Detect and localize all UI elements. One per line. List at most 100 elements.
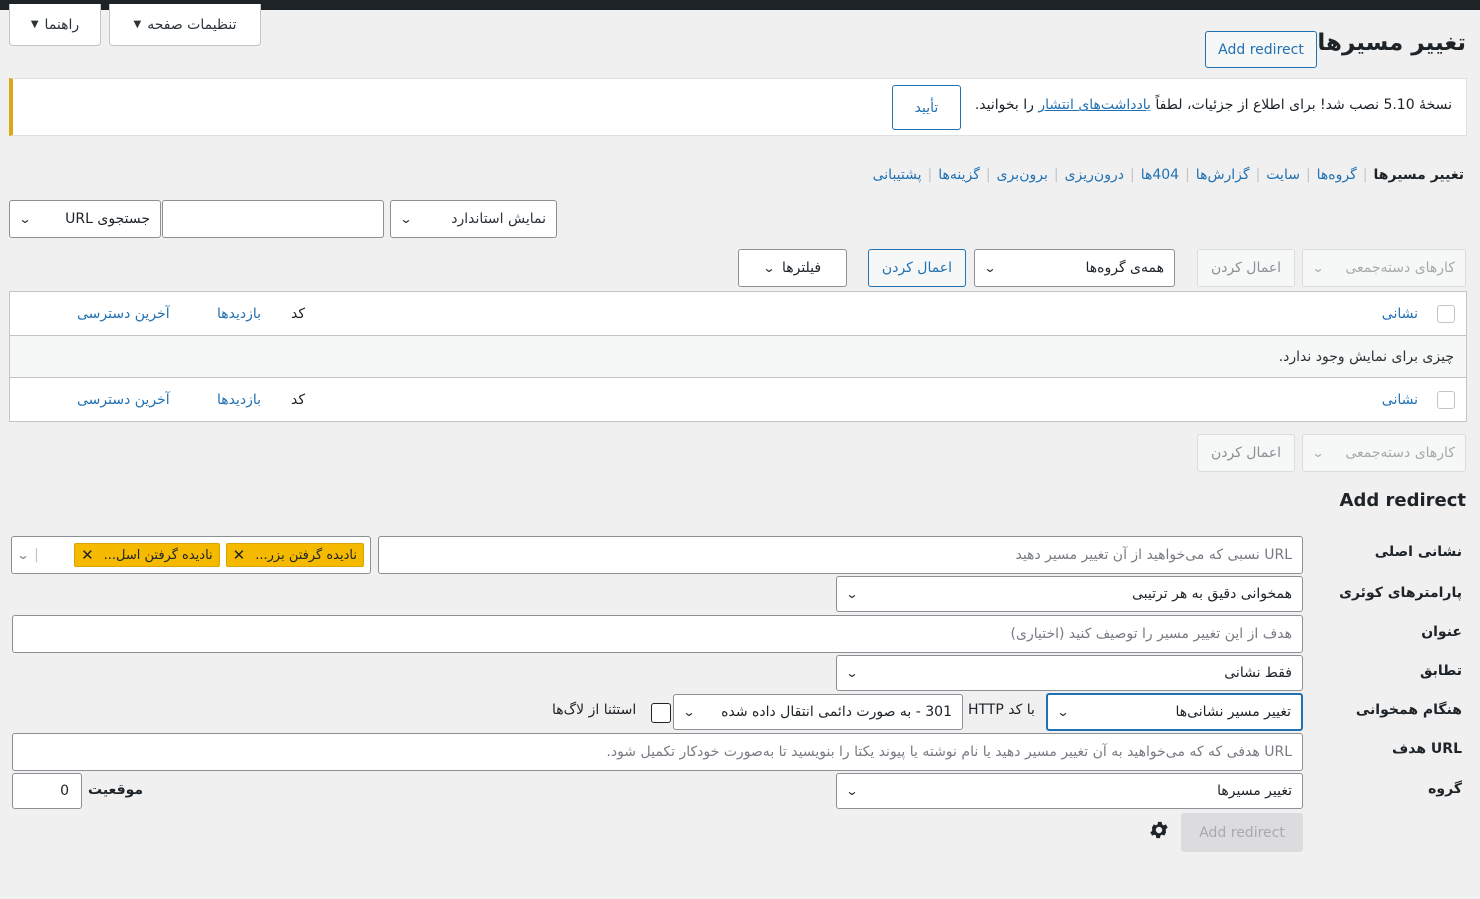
notice-text: نسخهٔ 5.10 نصب شد! برای اطلاع از جزئیات،… [975, 97, 1452, 113]
table-footer-row: نشانی کد بازدیدها آخرین دسترسی [10, 378, 1466, 421]
help-tab-button[interactable]: راهنما ▼ [9, 4, 101, 46]
page-title: تغییر مسیرها [1317, 30, 1466, 56]
action-type-select[interactable]: تغییر مسیر نشانی‌ها ⌄ [1046, 693, 1303, 731]
action-type-value: تغییر مسیر نشانی‌ها [1175, 704, 1291, 720]
screen-options-label: تنظیمات صفحه [147, 16, 237, 33]
http-code-select[interactable]: 301 - به صورت دائمی انتقال داده شده ⌄ [673, 694, 963, 730]
release-notes-link[interactable]: یادداشت‌های انتشار [1038, 97, 1151, 113]
chip-label: نادیده گرفتن اسل... [103, 547, 213, 563]
column-url[interactable]: نشانی [1382, 306, 1418, 322]
add-redirect-submit-button[interactable]: Add redirect [1181, 813, 1303, 852]
notice-text-before: نسخهٔ 5.10 نصب شد! برای اطلاع از جزئیات،… [1155, 97, 1452, 113]
empty-message: چیزی برای نمایش وجود ندارد. [1278, 348, 1454, 365]
target-url-label: URL هدف [1391, 741, 1462, 757]
column-hits-footer[interactable]: بازدیدها [217, 392, 261, 408]
subnav-item-site[interactable]: سایت [1266, 167, 1300, 183]
chip-label: نادیده گرفتن بزر... [255, 547, 357, 563]
subnav-item-support[interactable]: پشتیبانی [873, 167, 922, 183]
subnav-item-options[interactable]: گزینه‌ها [938, 167, 980, 183]
group-label: گروه [1428, 781, 1462, 797]
table-header-row: نشانی کد بازدیدها آخرین دسترسی [10, 292, 1466, 335]
query-params-label: پارامترهای کوئری [1339, 585, 1462, 601]
groups-filter-value: همه‌ی گروه‌ها [1085, 260, 1164, 276]
triangle-down-icon: ▼ [133, 19, 142, 30]
search-input[interactable] [162, 200, 384, 238]
ignore-slash-chip: نادیده گرفتن اسل... ✕ [74, 543, 220, 567]
chevron-down-icon: ⌄ [16, 548, 30, 562]
separator: | [1053, 167, 1059, 183]
http-code-label: با کد HTTP [968, 702, 1035, 718]
subnav-item-export[interactable]: برون‌بری [997, 167, 1048, 183]
display-mode-select[interactable]: نمایش استاندارد ⌄ [390, 200, 557, 238]
bulk-apply-button[interactable]: اعمال کردن [1197, 249, 1295, 287]
subnav-item-import[interactable]: درون‌ریزی [1065, 167, 1124, 183]
query-params-select[interactable]: همخوانی دقیق به هر ترتیبی ⌄ [836, 576, 1303, 612]
close-icon[interactable]: ✕ [81, 546, 94, 564]
subnav-item-404s[interactable]: 404ها [1141, 167, 1179, 183]
confirm-button[interactable]: تأیید [892, 85, 961, 130]
separator: | [1305, 167, 1311, 183]
separator: | [1129, 167, 1135, 183]
source-url-input[interactable]: URL نسبی که می‌خواهید از آن تغییر مسیر د… [378, 536, 1303, 574]
exclude-logs-checkbox[interactable] [651, 703, 671, 723]
title-input[interactable]: هدف از این تغییر مسیر را توصیف کنید (اخت… [12, 615, 1303, 653]
subnav-item-groups[interactable]: گروه‌ها [1317, 167, 1357, 183]
match-label: تطابق [1419, 663, 1462, 679]
column-url-footer[interactable]: نشانی [1382, 392, 1418, 408]
title-label: عنوان [1421, 624, 1462, 640]
position-label: موقعیت [88, 782, 144, 798]
column-hits[interactable]: بازدیدها [217, 306, 261, 322]
filters-button[interactable]: فیلترها ⌄ [738, 249, 847, 287]
chevron-down-icon: ⌄ [983, 261, 997, 275]
column-last-access[interactable]: آخرین دسترسی [77, 306, 170, 322]
group-select[interactable]: تغییر مسیرها ⌄ [836, 773, 1303, 809]
match-select[interactable]: فقط نشانی ⌄ [836, 655, 1303, 691]
help-label: راهنما [44, 16, 80, 33]
group-value: تغییر مسیرها [1217, 783, 1292, 799]
add-redirect-heading: Add redirect [1339, 490, 1466, 511]
bulk-actions-select-bottom[interactable]: کارهای دسته‌جمعی ⌄ [1302, 434, 1466, 472]
subnav-item-logs[interactable]: گزارش‌ها [1196, 167, 1250, 183]
separator: | [985, 167, 991, 183]
update-notice: نسخهٔ 5.10 نصب شد! برای اطلاع از جزئیات،… [9, 78, 1467, 136]
separator: | [1362, 167, 1368, 183]
separator: | [1185, 167, 1190, 183]
subnav: تغییر مسیرها | گروه‌ها | سایت | گزارش‌ها… [873, 167, 1464, 183]
triangle-down-icon: ▼ [30, 19, 39, 30]
close-icon[interactable]: ✕ [233, 546, 246, 564]
chevron-down-icon: ⌄ [1056, 705, 1070, 719]
search-url-label: جستجوی URL [65, 211, 150, 227]
bulk-apply-button-bottom[interactable]: اعمال کردن [1197, 434, 1295, 472]
chevron-down-icon: ⌄ [1311, 446, 1325, 460]
search-url-button[interactable]: جستجوی URL ⌄ [9, 200, 161, 238]
chevron-down-icon: ⌄ [845, 784, 859, 798]
exclude-logs-label: استثنا از لاگ‌ها [552, 702, 637, 718]
position-input[interactable]: 0 [12, 773, 82, 809]
bulk-actions-select[interactable]: کارهای دسته‌جمعی ⌄ [1302, 249, 1466, 287]
http-code-value: 301 - به صورت دائمی انتقال داده شده [721, 704, 952, 720]
display-mode-value: نمایش استاندارد [451, 211, 546, 227]
redirects-table: نشانی کد بازدیدها آخرین دسترسی چیزی برای… [9, 291, 1467, 422]
divider: | [34, 547, 39, 563]
chevron-down-icon: ⌄ [682, 705, 696, 719]
select-all-checkbox-footer[interactable] [1437, 390, 1455, 409]
column-code-footer: کد [291, 391, 306, 408]
screen-options-tab-button[interactable]: تنظیمات صفحه ▼ [109, 4, 261, 46]
chevron-down-icon: ⌄ [1311, 261, 1325, 275]
chevron-down-icon: ⌄ [399, 212, 413, 226]
bulk-actions-value: کارهای دسته‌جمعی [1345, 260, 1455, 276]
query-params-value: همخوانی دقیق به هر ترتیبی [1132, 586, 1292, 602]
groups-filter-select[interactable]: همه‌ی گروه‌ها ⌄ [974, 249, 1175, 287]
column-last-access-footer[interactable]: آخرین دسترسی [77, 392, 170, 408]
target-url-input[interactable]: URL هدفی که که می‌خواهید به آن تغییر مسی… [12, 733, 1303, 771]
select-all-checkbox[interactable] [1437, 304, 1455, 323]
groups-apply-button[interactable]: اعمال کردن [868, 249, 966, 287]
gear-icon[interactable] [1148, 819, 1170, 841]
add-redirect-header-button[interactable]: Add redirect [1205, 31, 1317, 68]
separator: | [1255, 167, 1261, 183]
chevron-down-icon: ⌄ [18, 212, 32, 226]
source-flags-select[interactable]: نادیده گرفتن بزر... ✕ نادیده گرفتن اسل..… [11, 536, 371, 574]
ignore-case-chip: نادیده گرفتن بزر... ✕ [225, 543, 364, 567]
column-code: کد [291, 305, 306, 322]
subnav-item-redirects[interactable]: تغییر مسیرها [1374, 167, 1464, 183]
